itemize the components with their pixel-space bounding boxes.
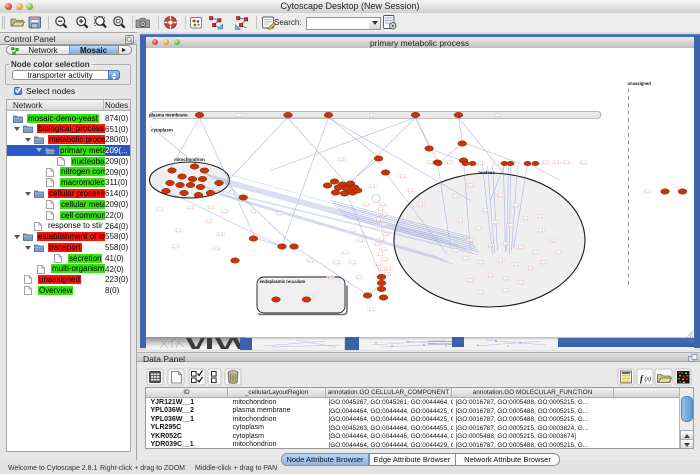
svg-text:[....]: [....] <box>447 161 451 164</box>
svg-text:mitochondrion: mitochondrion <box>174 157 205 162</box>
svg-text:[....]: [....] <box>533 251 537 254</box>
svg-text:[....]: [....] <box>350 229 354 232</box>
svg-text:[....]: [....] <box>382 258 386 261</box>
svg-text:[....]: [....] <box>564 161 568 164</box>
svg-text:[....]: [....] <box>518 246 522 249</box>
svg-text:[....]: [....] <box>308 259 312 262</box>
svg-text:[....]: [....] <box>357 276 361 279</box>
svg-text:[....]: [....] <box>251 210 255 213</box>
svg-text:[....]: [....] <box>377 228 381 231</box>
svg-text:[....]: [....] <box>157 208 161 211</box>
svg-text:[....]: [....] <box>468 184 472 187</box>
svg-text:[....]: [....] <box>550 239 554 242</box>
svg-text:[....]: [....] <box>503 277 507 280</box>
svg-text:[....]: [....] <box>375 243 379 246</box>
svg-text:[....]: [....] <box>508 224 512 227</box>
svg-text:[....]: [....] <box>523 217 527 220</box>
svg-text:[....]: [....] <box>581 161 585 164</box>
svg-text:[....]: [....] <box>645 190 649 193</box>
svg-text:[....]: [....] <box>381 223 385 226</box>
svg-text:[....]: [....] <box>503 242 507 245</box>
svg-text:[....]: [....] <box>453 249 457 252</box>
svg-text:[....]: [....] <box>364 203 368 206</box>
svg-text:[....]: [....] <box>328 276 332 279</box>
svg-text:[....]: [....] <box>188 206 192 209</box>
svg-text:[....]: [....] <box>503 289 507 292</box>
svg-text:[....]: [....] <box>376 263 380 266</box>
svg-text:[....]: [....] <box>495 114 499 117</box>
svg-text:[....]: [....] <box>478 291 482 294</box>
svg-text:[....]: [....] <box>381 248 385 251</box>
svg-text:[....]: [....] <box>350 261 354 264</box>
svg-text:[....]: [....] <box>518 281 522 284</box>
svg-text:[....]: [....] <box>458 219 462 222</box>
svg-text:[....]: [....] <box>554 161 558 164</box>
svg-text:[....]: [....] <box>428 161 432 164</box>
svg-text:[....]: [....] <box>379 238 383 241</box>
svg-text:[....]: [....] <box>488 244 492 247</box>
svg-text:endoplasmic reticulum: endoplasmic reticulum <box>259 279 305 284</box>
svg-text:[....]: [....] <box>453 195 457 198</box>
svg-text:plasma membrane: plasma membrane <box>149 112 188 117</box>
svg-text:[....]: [....] <box>383 233 387 236</box>
svg-text:[....]: [....] <box>541 261 545 264</box>
svg-text:[....]: [....] <box>358 239 362 242</box>
svg-text:[....]: [....] <box>386 267 390 270</box>
svg-text:[....]: [....] <box>380 268 384 271</box>
svg-text:[....]: [....] <box>378 208 382 211</box>
svg-text:[....]: [....] <box>513 204 517 207</box>
svg-text:[....]: [....] <box>468 239 472 242</box>
svg-text:[....]: [....] <box>378 253 382 256</box>
svg-text:[....]: [....] <box>543 161 547 164</box>
svg-text:[....]: [....] <box>478 162 482 165</box>
svg-text:(x): (x) <box>645 376 652 383</box>
svg-text:[....]: [....] <box>218 233 222 236</box>
svg-text:[....]: [....] <box>343 251 347 254</box>
svg-text:[....]: [....] <box>289 278 293 281</box>
svg-text:[....]: [....] <box>208 206 212 209</box>
svg-text:[....]: [....] <box>173 245 177 248</box>
svg-text:[....]: [....] <box>369 114 373 117</box>
svg-text:[....]: [....] <box>463 257 467 260</box>
svg-text:[....]: [....] <box>556 251 560 254</box>
svg-text:[....]: [....] <box>538 215 542 218</box>
svg-text:unassigned: unassigned <box>627 81 651 86</box>
svg-text:[....]: [....] <box>376 218 380 221</box>
svg-text:[....]: [....] <box>339 158 343 161</box>
svg-text:[....]: [....] <box>214 247 218 250</box>
svg-text:[....]: [....] <box>222 210 226 213</box>
svg-text:[....]: [....] <box>538 229 542 232</box>
svg-text:cytoplasm: cytoplasm <box>151 127 173 132</box>
svg-text:[....]: [....] <box>478 261 482 264</box>
svg-text:[....]: [....] <box>277 212 281 215</box>
svg-text:[....]: [....] <box>498 259 502 262</box>
svg-text:[....]: [....] <box>468 279 472 282</box>
svg-text:[....]: [....] <box>176 229 180 232</box>
svg-text:[....]: [....] <box>513 263 517 266</box>
svg-text:[....]: [....] <box>206 220 210 223</box>
svg-text:[....]: [....] <box>528 267 532 270</box>
svg-text:[....]: [....] <box>498 194 502 197</box>
svg-text:[....]: [....] <box>493 221 497 224</box>
svg-text:[....]: [....] <box>334 261 338 264</box>
svg-text:[....]: [....] <box>476 227 480 230</box>
svg-text:[....]: [....] <box>400 175 404 178</box>
svg-text:[....]: [....] <box>237 114 241 117</box>
svg-text:[....]: [....] <box>408 189 412 192</box>
svg-text:[....]: [....] <box>382 213 386 216</box>
svg-text:[....]: [....] <box>488 274 492 277</box>
svg-text:[....]: [....] <box>418 203 422 206</box>
svg-text:[....]: [....] <box>380 203 384 206</box>
svg-text:[....]: [....] <box>483 209 487 212</box>
svg-text:[....]: [....] <box>370 185 374 188</box>
svg-text:[....]: [....] <box>494 162 498 165</box>
svg-text:[....]: [....] <box>369 308 373 311</box>
